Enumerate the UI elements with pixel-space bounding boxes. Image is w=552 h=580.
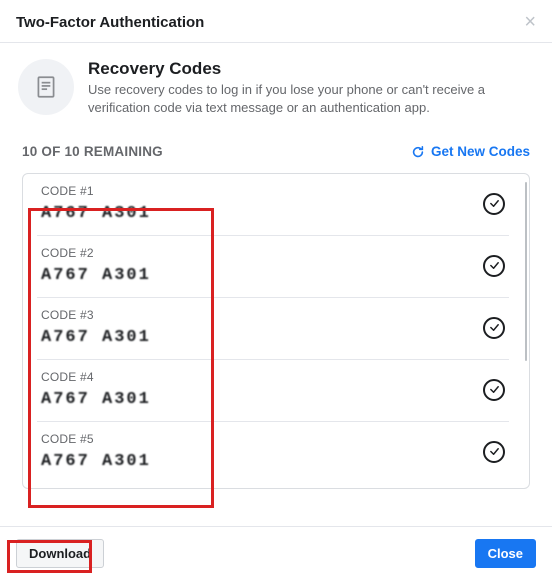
check-icon [483, 379, 505, 401]
check-icon [483, 193, 505, 215]
code-col: CODE #1 A767 A301 [41, 184, 151, 223]
dialog-footer: Download Close [0, 526, 552, 580]
scrollbar-thumb[interactable] [525, 182, 527, 361]
code-label: CODE #5 [41, 432, 151, 446]
remaining-count: 10 OF 10 REMAINING [22, 144, 163, 159]
code-row: CODE #4 A767 A301 [37, 360, 509, 422]
code-col: CODE #5 A767 A301 [41, 432, 151, 471]
code-label: CODE #4 [41, 370, 151, 384]
code-label: CODE #2 [41, 246, 151, 260]
codes-card: CODE #1 A767 A301 CODE #2 A767 A301 CODE #3 A… [22, 173, 530, 489]
code-col: CODE #3 A767 A301 [41, 308, 151, 347]
download-button[interactable]: Download [16, 539, 104, 568]
code-row: CODE #1 A767 A301 [37, 174, 509, 236]
two-factor-dialog: Two-Factor Authentication × Recovery Cod… [0, 0, 552, 580]
code-row: CODE #2 A767 A301 [37, 236, 509, 298]
close-button[interactable]: Close [475, 539, 536, 568]
check-icon [483, 255, 505, 277]
close-icon[interactable]: × [524, 12, 536, 32]
code-row: CODE #3 A767 A301 [37, 298, 509, 360]
code-value: A767 A301 [41, 328, 151, 347]
refresh-icon [411, 145, 425, 159]
code-value: A767 A301 [41, 266, 151, 285]
get-new-codes-label: Get New Codes [431, 144, 530, 159]
code-value: A767 A301 [41, 390, 151, 409]
dialog-title: Two-Factor Authentication [16, 14, 204, 31]
code-row: CODE #5 A767 A301 [37, 422, 509, 483]
code-value: A767 A301 [41, 452, 151, 471]
get-new-codes-button[interactable]: Get New Codes [411, 144, 530, 159]
dialog-header: Two-Factor Authentication × [0, 0, 552, 43]
document-icon [18, 59, 74, 115]
intro-heading: Recovery Codes [88, 59, 534, 79]
scrollbar[interactable] [523, 174, 529, 488]
intro-section: Recovery Codes Use recovery codes to log… [0, 43, 552, 130]
check-icon [483, 317, 505, 339]
intro-description: Use recovery codes to log in if you lose… [88, 81, 534, 116]
code-label: CODE #3 [41, 308, 151, 322]
code-col: CODE #2 A767 A301 [41, 246, 151, 285]
code-value: A767 A301 [41, 204, 151, 223]
codes-list[interactable]: CODE #1 A767 A301 CODE #2 A767 A301 CODE #3 A… [23, 174, 523, 488]
status-row: 10 OF 10 REMAINING Get New Codes [0, 130, 552, 165]
check-icon [483, 441, 505, 463]
intro-text: Recovery Codes Use recovery codes to log… [88, 59, 534, 116]
code-label: CODE #1 [41, 184, 151, 198]
code-col: CODE #4 A767 A301 [41, 370, 151, 409]
